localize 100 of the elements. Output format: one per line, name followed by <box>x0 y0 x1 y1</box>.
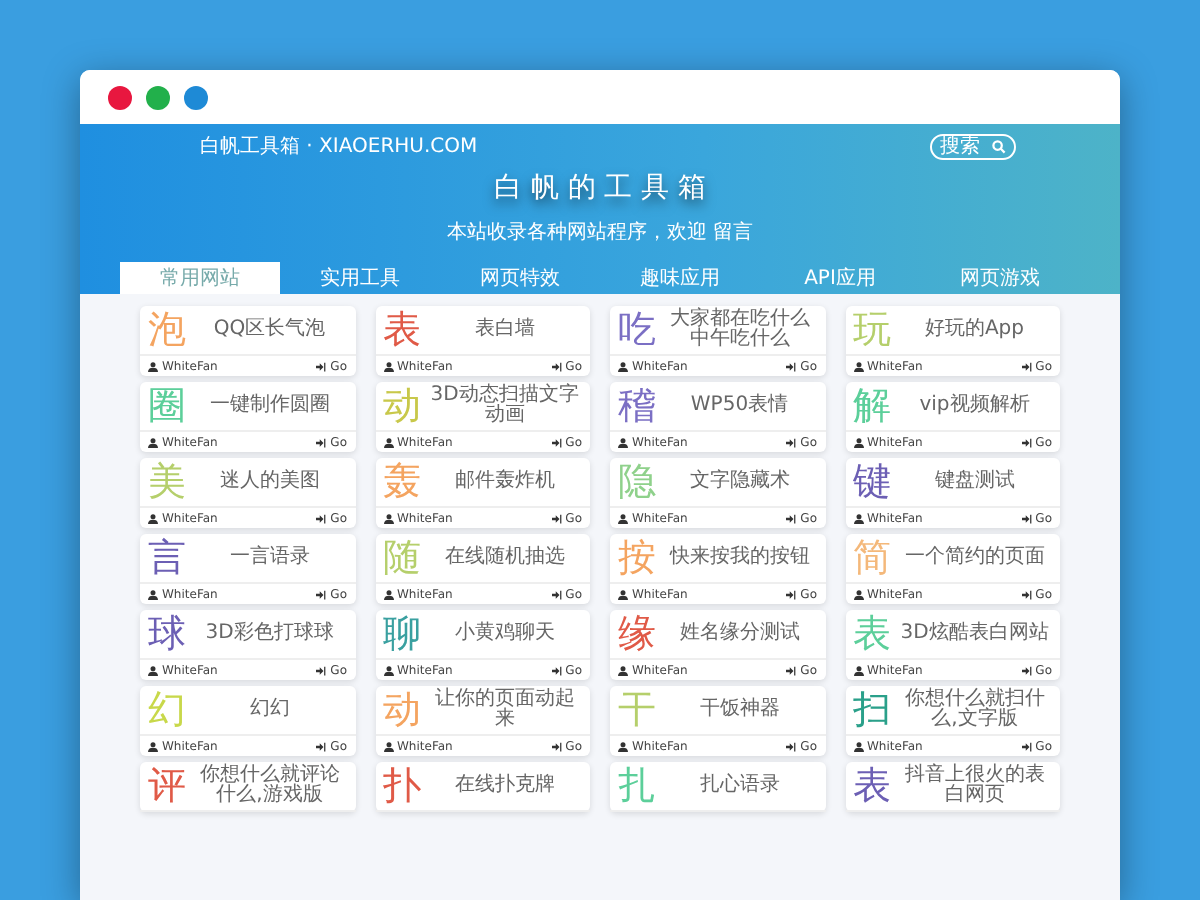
tool-glyph: 动 <box>383 691 421 729</box>
tool-glyph: 表 <box>853 615 891 653</box>
tool-glyph: 随 <box>383 539 421 577</box>
tool-description: QQ区长气泡 <box>211 320 328 340</box>
tool-glyph: 扎 <box>618 767 656 805</box>
tool-card[interactable]: 扑 在线扑克牌 <box>375 762 590 812</box>
person-icon <box>853 665 863 675</box>
sign-in-icon <box>786 361 797 371</box>
tool-glyph: 聊 <box>383 615 421 653</box>
page-title: 白 帆 的 工 具 箱 <box>493 170 707 206</box>
tool-description: WP50表情 <box>688 396 791 416</box>
tool-card[interactable]: 扎 扎心语录 <box>610 762 825 812</box>
tool-description: 3D彩色打球球 <box>203 624 336 644</box>
tool-glyph: 动 <box>383 387 421 425</box>
sign-in-icon <box>551 361 562 371</box>
person-icon <box>148 665 158 675</box>
sign-in-icon <box>551 589 562 599</box>
tool-description: 3D炫酷表白网站 <box>898 624 1051 644</box>
tool-description: 你想什么就评论什么,游戏版 <box>197 766 342 806</box>
tool-description: 小黄鸡聊天 <box>452 624 557 644</box>
tool-glyph: 幻 <box>148 691 186 729</box>
sign-in-icon <box>786 437 797 447</box>
search-field[interactable]: 搜索 <box>930 133 1016 159</box>
tool-glyph: 隐 <box>618 463 656 501</box>
sign-in-icon <box>316 513 327 523</box>
tool-description: 文字隐藏术 <box>687 472 792 492</box>
sign-in-icon <box>1021 437 1032 447</box>
window-control-dot[interactable] <box>146 85 170 109</box>
sign-in-icon <box>1021 513 1032 523</box>
person-icon <box>383 589 393 599</box>
sign-in-icon <box>316 589 327 599</box>
person-icon <box>383 741 393 751</box>
tool-glyph: 稽 <box>618 387 656 425</box>
tool-description: 你想什么就扫什么,文字版 <box>902 690 1047 730</box>
tool-description: 键盘测试 <box>932 472 1017 492</box>
tool-glyph: 球 <box>148 615 186 653</box>
tool-glyph: 圈 <box>148 387 186 425</box>
person-icon <box>853 361 863 371</box>
tool-description: 表白墙 <box>472 320 537 340</box>
sign-in-icon <box>316 437 327 447</box>
tool-glyph: 泡 <box>148 311 186 349</box>
sign-in-icon <box>316 361 327 371</box>
person-icon <box>853 589 863 599</box>
tool-description: 好玩的App <box>922 320 1027 340</box>
person-icon <box>383 437 393 447</box>
tool-glyph: 言 <box>148 539 186 577</box>
window-control-dot[interactable] <box>108 85 132 109</box>
person-icon <box>618 665 628 675</box>
tool-glyph: 键 <box>853 463 891 501</box>
tool-glyph: 解 <box>853 387 891 425</box>
sign-in-icon <box>551 513 562 523</box>
sign-in-icon <box>1021 589 1032 599</box>
tool-glyph: 缘 <box>618 615 656 653</box>
tool-description: 快来按我的按钮 <box>667 548 812 568</box>
sign-in-icon <box>551 741 562 751</box>
subtitle: 本站收录各种网站程序，欢迎 留言 <box>446 219 754 246</box>
tool-glyph: 玩 <box>853 311 891 349</box>
person-icon <box>853 437 863 447</box>
tool-glyph: 表 <box>853 767 891 805</box>
person-icon <box>383 513 393 523</box>
person-icon <box>148 437 158 447</box>
tool-glyph: 简 <box>853 539 891 577</box>
tool-glyph: 扑 <box>383 767 421 805</box>
tool-description: 干饭神器 <box>697 700 782 720</box>
tool-glyph: 扫 <box>853 691 891 729</box>
tool-description: 迷人的美图 <box>217 472 322 492</box>
sign-in-icon <box>786 665 797 675</box>
tool-description: 姓名缘分测试 <box>677 624 802 644</box>
sign-in-icon <box>786 741 797 751</box>
tool-glyph: 表 <box>383 311 421 349</box>
sign-in-icon <box>316 665 327 675</box>
person-icon <box>853 513 863 523</box>
person-icon <box>618 741 628 751</box>
sign-in-icon <box>1021 665 1032 675</box>
sign-in-icon <box>1021 361 1032 371</box>
tool-description: 在线随机抽选 <box>442 548 567 568</box>
person-icon <box>618 589 628 599</box>
sign-in-icon <box>316 741 327 751</box>
person-icon <box>383 361 393 371</box>
sign-in-icon <box>551 665 562 675</box>
sign-in-icon <box>786 589 797 599</box>
tool-description: 一个简约的页面 <box>902 548 1047 568</box>
tool-description: 邮件轰炸机 <box>452 472 557 492</box>
tool-description: 一言语录 <box>227 548 312 568</box>
window-control-dot[interactable] <box>184 85 208 109</box>
person-icon <box>618 513 628 523</box>
tool-glyph: 评 <box>148 767 186 805</box>
person-icon <box>383 665 393 675</box>
person-icon <box>618 361 628 371</box>
person-icon <box>148 741 158 751</box>
sign-in-icon <box>1021 741 1032 751</box>
search-icon <box>992 139 1006 153</box>
person-icon <box>148 513 158 523</box>
tool-glyph: 美 <box>148 463 186 501</box>
tool-glyph: 吃 <box>618 311 656 349</box>
tool-glyph: 按 <box>618 539 656 577</box>
tool-description: 幻幻 <box>247 700 292 720</box>
tool-description: vip视频解析 <box>917 396 1032 416</box>
tool-glyph: 干 <box>618 691 656 729</box>
person-icon <box>853 741 863 751</box>
